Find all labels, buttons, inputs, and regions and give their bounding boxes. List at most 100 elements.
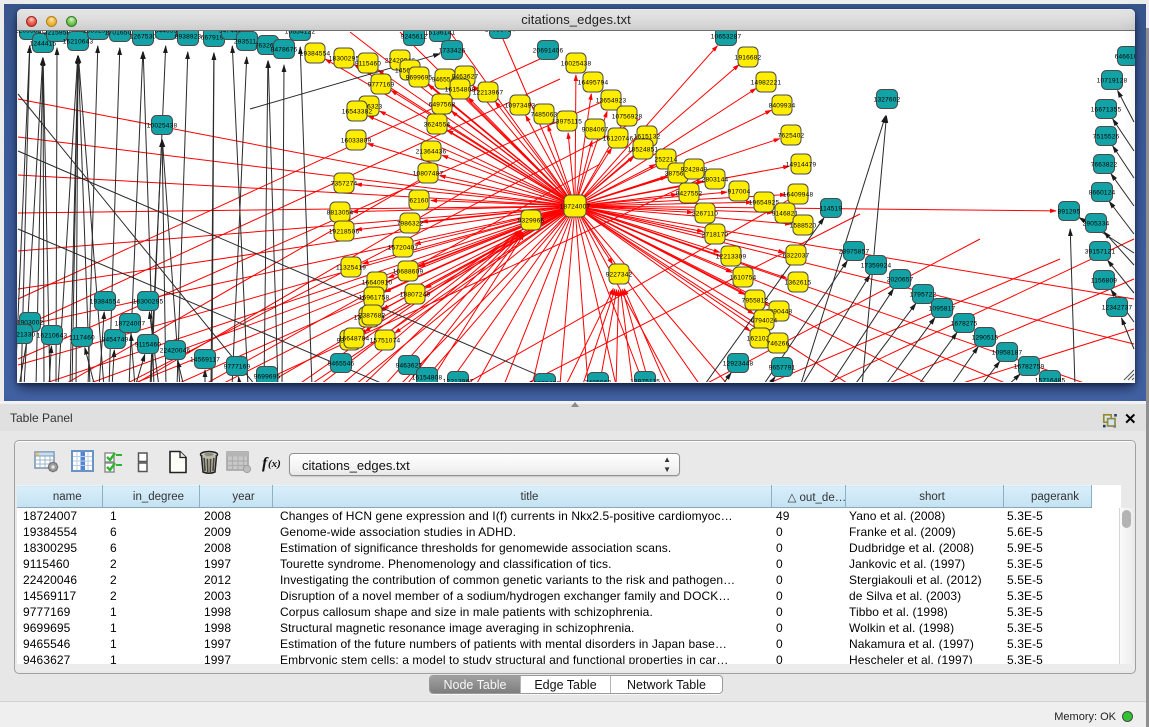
svg-text:6322037: 6322037 [783,253,810,260]
svg-text:12342737: 12342737 [1102,305,1133,312]
svg-text:1267530: 1267530 [130,34,157,41]
svg-text:16210643: 16210643 [63,39,94,46]
svg-text:15751074: 15751074 [370,338,401,345]
svg-text:8427552: 8427552 [676,191,703,198]
svg-text:15716485: 15716485 [1035,378,1066,382]
svg-text:114519: 114519 [820,206,843,213]
svg-text:16409948: 16409948 [783,192,814,199]
svg-text:18724007: 18724007 [115,321,146,328]
svg-text:16120746: 16120746 [603,136,634,143]
svg-text:9463627: 9463627 [452,74,479,81]
svg-text:10688609: 10688609 [393,269,424,276]
svg-text:16640910: 16640910 [362,280,393,287]
svg-text:6466102: 6466102 [1115,54,1135,61]
svg-text:12923448: 12923448 [723,361,754,368]
svg-text:8660124: 8660124 [1089,190,1116,197]
svg-text:1678275: 1678275 [951,321,978,328]
svg-text:14055724: 14055724 [485,31,516,34]
svg-text:3624554: 3624554 [424,122,451,129]
svg-text:9146821: 9146821 [772,211,799,218]
svg-text:16782759: 16782759 [1014,364,1045,371]
svg-text:6794024: 6794024 [751,318,778,325]
svg-text:20691406: 20691406 [533,48,564,55]
svg-text:10025438: 10025438 [147,123,178,130]
svg-text:16543382: 16543382 [342,109,373,116]
svg-text:8186323: 8186323 [356,104,383,111]
svg-text:9115460: 9115460 [135,342,161,349]
svg-text:9327508: 9327508 [337,338,364,345]
svg-text:10807487: 10807487 [413,171,444,178]
svg-text:22420046: 22420046 [160,348,191,355]
svg-text:10719128: 10719128 [1097,78,1128,85]
svg-text:7986322: 7986322 [397,221,424,228]
svg-text:6497568: 6497568 [429,102,456,109]
svg-text:1327602: 1327602 [874,97,901,104]
svg-text:1588520: 1588520 [790,223,817,230]
svg-text:9465546: 9465546 [328,361,355,368]
svg-text:16033809: 16033809 [341,138,372,145]
svg-text:9777169: 9777169 [224,364,251,371]
svg-text:9463627: 9463627 [396,363,423,370]
svg-text:19384554: 19384554 [90,299,121,306]
svg-text:10025438: 10025438 [561,61,592,68]
svg-text:18300295: 18300295 [329,56,360,63]
svg-text:(x): (x) [268,458,281,470]
svg-text:8478676: 8478676 [271,47,298,54]
svg-text:14569117: 14569117 [190,357,220,364]
svg-text:13975115: 13975115 [552,119,582,126]
svg-text:1610754: 1610754 [730,275,757,282]
svg-text:1795722: 1795722 [910,292,937,299]
svg-text:14569117: 14569117 [395,68,425,75]
svg-text:644095: 644095 [155,31,178,35]
svg-text:1621022: 1621022 [747,336,774,343]
svg-text:2905334: 2905334 [1083,221,1110,228]
svg-text:1903002: 1903002 [17,320,44,327]
svg-text:3875685: 3875685 [665,171,692,178]
svg-text:19218506: 19218506 [329,229,360,236]
svg-text:14914479: 14914479 [786,162,817,169]
svg-text:16648784: 16648784 [339,336,370,343]
svg-text:1221330: 1221330 [17,332,36,339]
svg-text:23975857: 23975857 [839,249,870,256]
svg-text:8813054: 8813054 [327,210,354,217]
svg-text:21364436: 21364436 [416,149,447,156]
svg-text:19654925: 19654925 [749,200,780,207]
svg-text:917004: 917004 [728,189,751,196]
svg-text:17016504: 17016504 [105,31,136,37]
svg-text:1095817: 1095817 [929,306,956,313]
svg-text:3215958: 3215958 [44,31,71,37]
svg-text:62160: 62160 [409,198,428,205]
svg-text:9084067: 9084067 [582,127,609,134]
svg-text:18524851: 18524851 [628,147,659,154]
svg-text:16154808: 16154808 [412,375,443,382]
svg-text:7955812: 7955812 [742,298,769,305]
svg-text:16961758: 16961758 [359,295,390,302]
svg-text:18807249: 18807249 [400,292,431,299]
svg-text:13226058: 13226058 [354,315,385,322]
svg-text:1615132: 1615132 [634,134,661,141]
svg-text:1916682: 1916682 [735,55,762,62]
svg-text:16154808: 16154808 [445,87,476,94]
svg-text:9777169: 9777169 [368,82,395,89]
svg-text:7632621: 7632621 [255,43,282,50]
svg-text:16495794: 16495794 [578,80,609,87]
svg-text:15692901: 15692901 [83,31,114,35]
svg-text:12213967: 12213967 [473,90,504,97]
svg-text:1362615: 1362615 [785,280,812,287]
svg-text:2718170: 2718170 [702,232,729,239]
svg-text:2935114: 2935114 [234,39,260,46]
svg-text:10973493: 10973493 [530,381,561,382]
svg-text:10973493: 10973493 [505,103,536,110]
svg-text:9242848: 9242848 [681,167,708,174]
svg-text:9657791: 9657791 [769,365,796,372]
svg-text:12093822: 12093822 [17,31,45,35]
svg-text:9699695: 9699695 [254,374,281,381]
svg-text:1117460: 1117460 [69,335,95,342]
svg-text:8938923: 8938923 [175,34,202,41]
svg-text:10654122: 10654122 [285,31,316,36]
svg-text:2803144: 2803144 [702,177,729,184]
svg-text:18724007: 18724007 [560,204,591,211]
svg-text:1290515: 1290515 [972,335,999,342]
svg-text:9465546: 9465546 [432,77,459,84]
svg-text:8409934: 8409934 [769,103,796,110]
